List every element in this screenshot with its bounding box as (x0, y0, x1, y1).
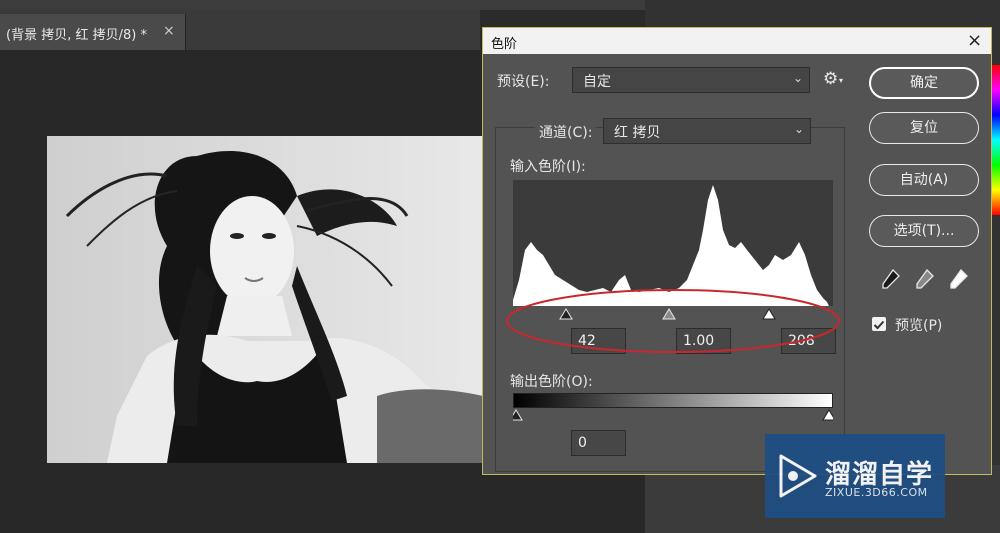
output-levels-label: 输出色阶(O): (510, 374, 593, 390)
chevron-down-icon: ⌄ (792, 71, 803, 85)
preset-value: 自定 (583, 74, 611, 90)
channel-value: 红 拷贝 (614, 125, 661, 141)
close-icon[interactable]: × (967, 30, 982, 51)
watermark-logo: 溜溜自学 ZIXUE.3D66.COM (765, 434, 945, 518)
watermark-url: ZIXUE.3D66.COM (825, 486, 928, 499)
output-slider-track[interactable] (513, 408, 833, 424)
output-black-field[interactable]: 0 (571, 430, 626, 456)
eyedropper-group (882, 268, 968, 289)
white-eyedropper-icon[interactable] (950, 268, 968, 289)
channel-select[interactable]: 红 拷贝 ⌄ (603, 118, 811, 144)
annotation-ellipse (506, 289, 840, 353)
portrait-image (47, 136, 483, 463)
document-tab-title: (背景 拷贝, 红 拷贝/8) * (6, 28, 147, 43)
black-eyedropper-icon[interactable] (882, 268, 900, 289)
channel-label: 通道(C): (535, 122, 597, 142)
gray-eyedropper-icon[interactable] (916, 268, 934, 289)
gear-icon[interactable]: ⚙ (823, 69, 838, 89)
preset-label: 预设(E): (497, 74, 550, 90)
chevron-down-icon: ▾ (839, 76, 844, 85)
levels-dialog: 色阶 × 预设(E): 自定 ⌄ ⚙ ▾ 通道(C): 红 拷贝 ⌄ 输入色阶(… (482, 27, 992, 475)
ok-button[interactable]: 确定 (869, 67, 979, 99)
output-white-slider[interactable] (822, 409, 833, 421)
output-gradient-bar (513, 393, 833, 408)
reset-button[interactable]: 复位 (869, 112, 979, 144)
preset-select[interactable]: 自定 ⌄ (572, 67, 810, 93)
dialog-titlebar[interactable]: 色阶 × (483, 28, 991, 54)
input-levels-label: 输入色阶(I): (510, 159, 586, 175)
preview-label: 预览(P) (895, 318, 943, 334)
close-icon[interactable]: × (163, 23, 175, 39)
options-button[interactable]: 选项(T)... (869, 215, 979, 247)
output-black-slider[interactable] (513, 409, 523, 421)
preview-checkbox[interactable] (872, 317, 886, 331)
auto-button[interactable]: 自动(A) (869, 164, 979, 196)
canvas-photo (47, 136, 483, 463)
document-tab[interactable]: (背景 拷贝, 红 拷贝/8) * × (0, 14, 186, 50)
chevron-down-icon: ⌄ (793, 122, 804, 136)
checkmark-icon (873, 320, 885, 330)
dialog-title: 色阶 (491, 37, 518, 52)
play-logo-icon (779, 454, 817, 498)
